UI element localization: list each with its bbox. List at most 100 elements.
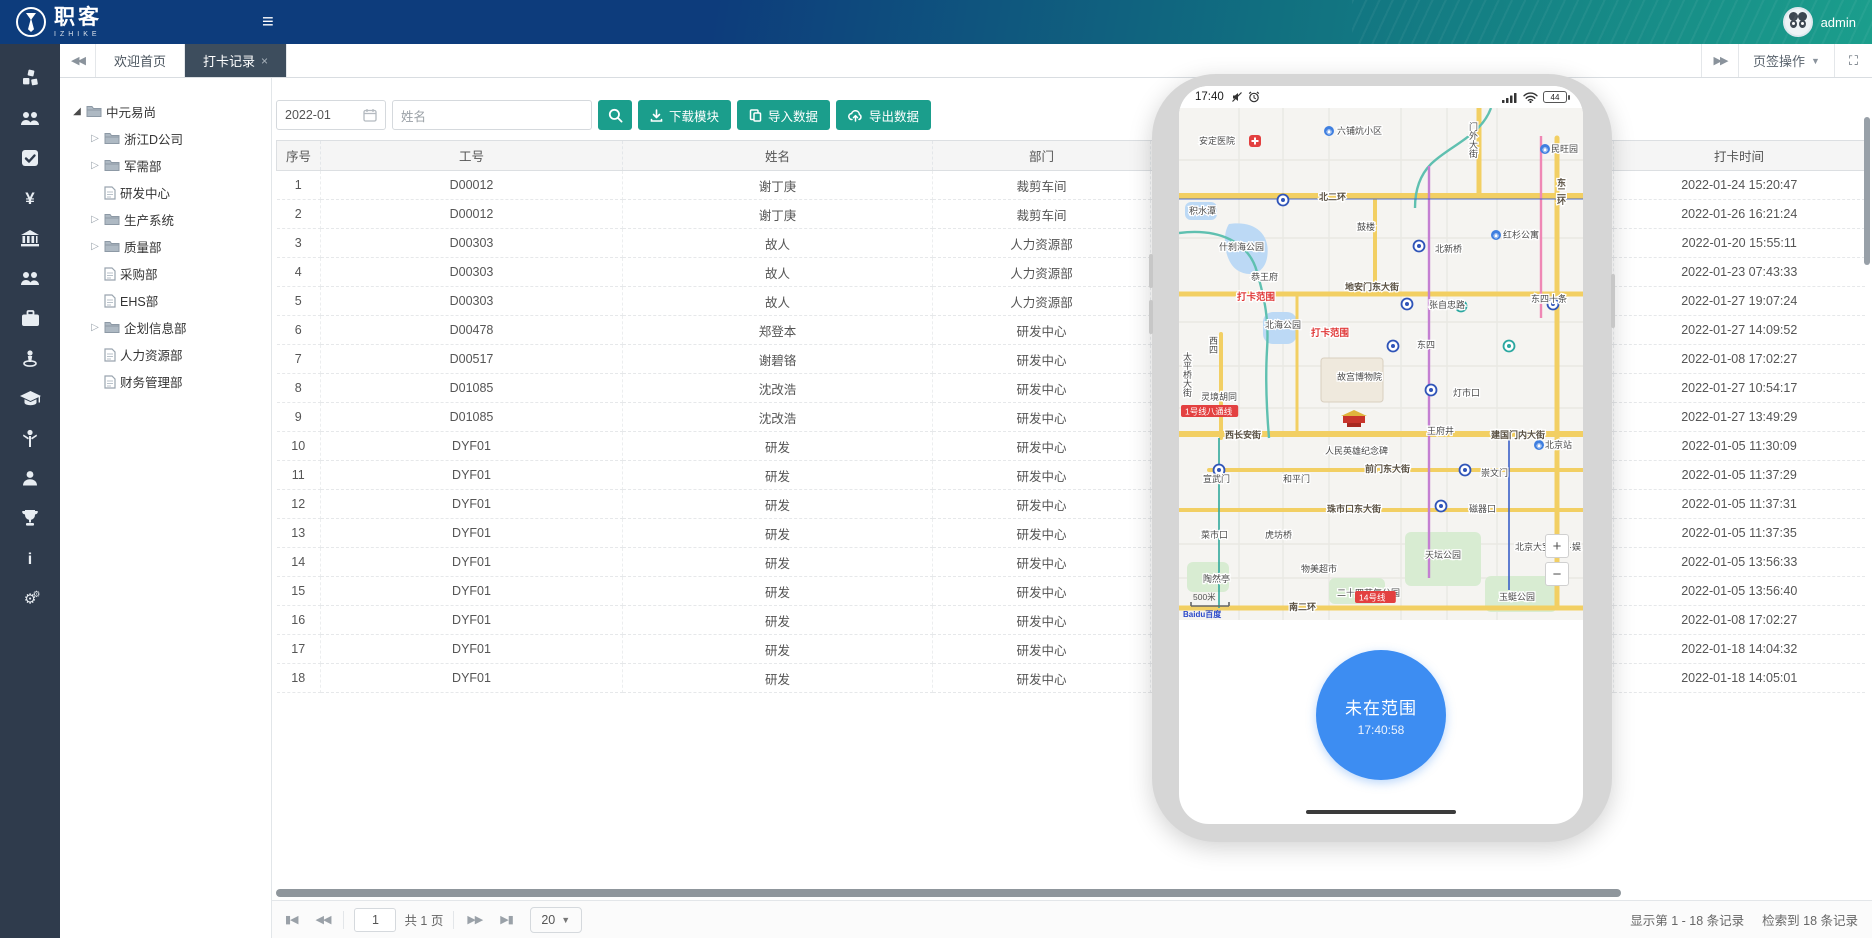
table-row[interactable]: 1D00012谢丁庚裁剪车间2022-01-24 15:20:47 [277, 171, 1865, 200]
table-row[interactable]: 5D00303故人人力资源部2022-01-27 19:07:24 [277, 287, 1865, 316]
table-cell: DYF01 [321, 664, 623, 693]
tree-node-dept[interactable]: 研发中心 [60, 179, 271, 206]
tree-node-dept[interactable]: 财务管理部 [60, 368, 271, 395]
map-place-label: 安定医院 [1199, 135, 1235, 146]
table-row[interactable]: 15DYF01研发研发中心2022-01-05 13:56:40 [277, 577, 1865, 606]
table-cell: 谢丁庚 [623, 171, 933, 200]
horizontal-scrollbar[interactable] [276, 889, 1621, 897]
column-header[interactable]: 姓名 [623, 141, 933, 171]
page-number-input[interactable] [354, 908, 396, 932]
zoom-out-button[interactable]: − [1545, 562, 1569, 586]
table-cell: 研发中心 [933, 635, 1151, 664]
tree-node-folder[interactable]: ▷企划信息部 [60, 314, 271, 341]
table-cell: 研发中心 [933, 548, 1151, 577]
tree-node-label: 军需部 [124, 156, 162, 175]
sidebar-info-icon[interactable]: i [11, 538, 49, 578]
tree-node-folder[interactable]: ◢中元易尚 [60, 98, 271, 125]
tree-node-dept[interactable]: 采购部 [60, 260, 271, 287]
tabs-scroll-right-icon[interactable]: ▶▶ [1702, 44, 1738, 77]
download-template-button[interactable]: 下载模块 [638, 100, 731, 130]
logo-tie-icon [16, 7, 46, 37]
sidebar-finance-icon[interactable]: ¥ [11, 178, 49, 218]
table-row[interactable]: 12DYF01研发研发中心2022-01-05 11:37:31 [277, 490, 1865, 519]
sidebar-achievement-icon[interactable] [11, 498, 49, 538]
tree-node-folder[interactable]: ▷生产系统 [60, 206, 271, 233]
filter-toolbar: 2022-01 姓名 下载模块 导入数据 导出数据 [276, 100, 931, 130]
search-button[interactable] [598, 100, 632, 130]
page-size-select[interactable]: 20 ▼ [530, 907, 582, 933]
table-row[interactable]: 9D01085沈改浩研发中心2022-01-27 13:49:29 [277, 403, 1865, 432]
tree-caret-icon[interactable]: ◢ [70, 106, 84, 117]
table-row[interactable]: 11DYF01研发研发中心2022-01-05 11:37:29 [277, 461, 1865, 490]
tree-node-dept[interactable]: EHS部 [60, 287, 271, 314]
map-place-label: 虎坊桥 [1265, 529, 1292, 540]
table-row[interactable]: 18DYF01研发研发中心2022-01-18 14:05:01 [277, 664, 1865, 693]
export-data-button[interactable]: 导出数据 [836, 100, 931, 130]
next-page-icon[interactable]: ▶▶ [458, 913, 491, 926]
column-header[interactable]: 部门 [933, 141, 1151, 171]
column-header[interactable]: 打卡时间 [1614, 141, 1865, 171]
import-data-button[interactable]: 导入数据 [737, 100, 830, 130]
tree-node-folder[interactable]: ▷质量部 [60, 233, 271, 260]
map-place-label: 和平门 [1283, 473, 1310, 484]
sidebar-business-icon[interactable] [11, 298, 49, 338]
month-picker-input[interactable]: 2022-01 [276, 100, 386, 130]
sidebar-organization-icon[interactable] [11, 218, 49, 258]
table-row[interactable]: 3D00303故人人力资源部2022-01-20 15:55:11 [277, 229, 1865, 258]
tree-node-folder[interactable]: ▷浙江D公司 [60, 125, 271, 152]
sidebar-training-icon[interactable] [11, 378, 49, 418]
sidebar-location-icon[interactable] [11, 338, 49, 378]
sidebar-modules-icon[interactable] [11, 58, 49, 98]
tab-home[interactable]: 欢迎首页 [96, 44, 185, 77]
sidebar-tasks-icon[interactable] [11, 138, 49, 178]
tree-node-dept[interactable]: 人力资源部 [60, 341, 271, 368]
column-header[interactable]: 序号 [277, 141, 321, 171]
table-cell: 10 [277, 432, 321, 461]
vertical-scrollbar[interactable] [1864, 117, 1870, 265]
column-header[interactable]: 工号 [321, 141, 623, 171]
table-row[interactable]: 4D00303故人人力资源部2022-01-23 07:43:33 [277, 258, 1865, 287]
prev-page-icon[interactable]: ◀◀ [307, 913, 340, 926]
name-search-input[interactable]: 姓名 [392, 100, 592, 130]
sidebar-user-icon[interactable] [11, 458, 49, 498]
tabs-scroll-left-icon[interactable]: ◀◀ [60, 44, 96, 77]
tree-caret-icon[interactable]: ▷ [88, 241, 102, 252]
svg-text:◉: ◉ [1542, 147, 1548, 154]
map-place-label: 前门东大街 [1365, 463, 1410, 474]
last-page-icon[interactable]: ▶▮ [491, 913, 522, 926]
tab-close-icon[interactable]: × [261, 54, 268, 68]
tree-caret-icon[interactable]: ▷ [88, 214, 102, 225]
tree-caret-icon[interactable]: ▷ [88, 133, 102, 144]
tree-caret-icon[interactable]: ▷ [88, 322, 102, 333]
map-zoom-controls: + − [1545, 534, 1569, 586]
punch-clock-button[interactable]: 未在范围 17:40:58 [1316, 650, 1446, 780]
sidebar-team-icon[interactable] [11, 98, 49, 138]
table-row[interactable]: 17DYF01研发研发中心2022-01-18 14:04:32 [277, 635, 1865, 664]
sidebar-settings-icon[interactable]: ⚙⚙ [11, 578, 49, 618]
table-row[interactable]: 16DYF01研发研发中心2022-01-08 17:02:27 [277, 606, 1865, 635]
menu-toggle-icon[interactable]: ≡ [262, 11, 274, 34]
table-row[interactable]: 2D00012谢丁庚裁剪车间2022-01-26 16:21:24 [277, 200, 1865, 229]
first-page-icon[interactable]: ▮◀ [276, 913, 307, 926]
zoom-in-button[interactable]: + [1545, 534, 1569, 558]
tab-actions-dropdown[interactable]: 页签操作▼ [1739, 44, 1834, 77]
table-cell: 14 [277, 548, 321, 577]
mute-icon [1231, 91, 1243, 103]
map-view[interactable]: ◉◉◉◉ 安定医院六铺炕小区门外大街民旺园北二环东二环积水潭什刹海公园鼓楼北新桥… [1179, 108, 1583, 620]
table-row[interactable]: 8D01085沈改浩研发中心2022-01-27 10:54:17 [277, 374, 1865, 403]
user-menu[interactable]: admin [1783, 0, 1856, 44]
tab-punch-records[interactable]: 打卡记录 × [185, 44, 287, 77]
table-row[interactable]: 7D00517谢碧铬研发中心2022-01-08 17:02:27 [277, 345, 1865, 374]
phone-status-bar: 17:40 44 [1179, 86, 1583, 108]
tree-caret-icon[interactable]: ▷ [88, 160, 102, 171]
tree-node-folder[interactable]: ▷ 军需部 [60, 152, 271, 179]
map-place-label: 红杉公寓 [1503, 229, 1539, 240]
fullscreen-toggle-icon[interactable]: ⛶ [1835, 44, 1872, 77]
table-row[interactable]: 13DYF01研发研发中心2022-01-05 11:37:35 [277, 519, 1865, 548]
sidebar-group-icon[interactable] [11, 258, 49, 298]
sidebar-growth-icon[interactable] [11, 418, 49, 458]
table-row[interactable]: 10DYF01研发研发中心2022-01-05 11:30:09 [277, 432, 1865, 461]
table-row[interactable]: 14DYF01研发研发中心2022-01-05 13:56:33 [277, 548, 1865, 577]
table-row[interactable]: 6D00478郑登本研发中心2022-01-27 14:09:52 [277, 316, 1865, 345]
app-logo[interactable]: 职客 IZHIKE [16, 7, 102, 38]
